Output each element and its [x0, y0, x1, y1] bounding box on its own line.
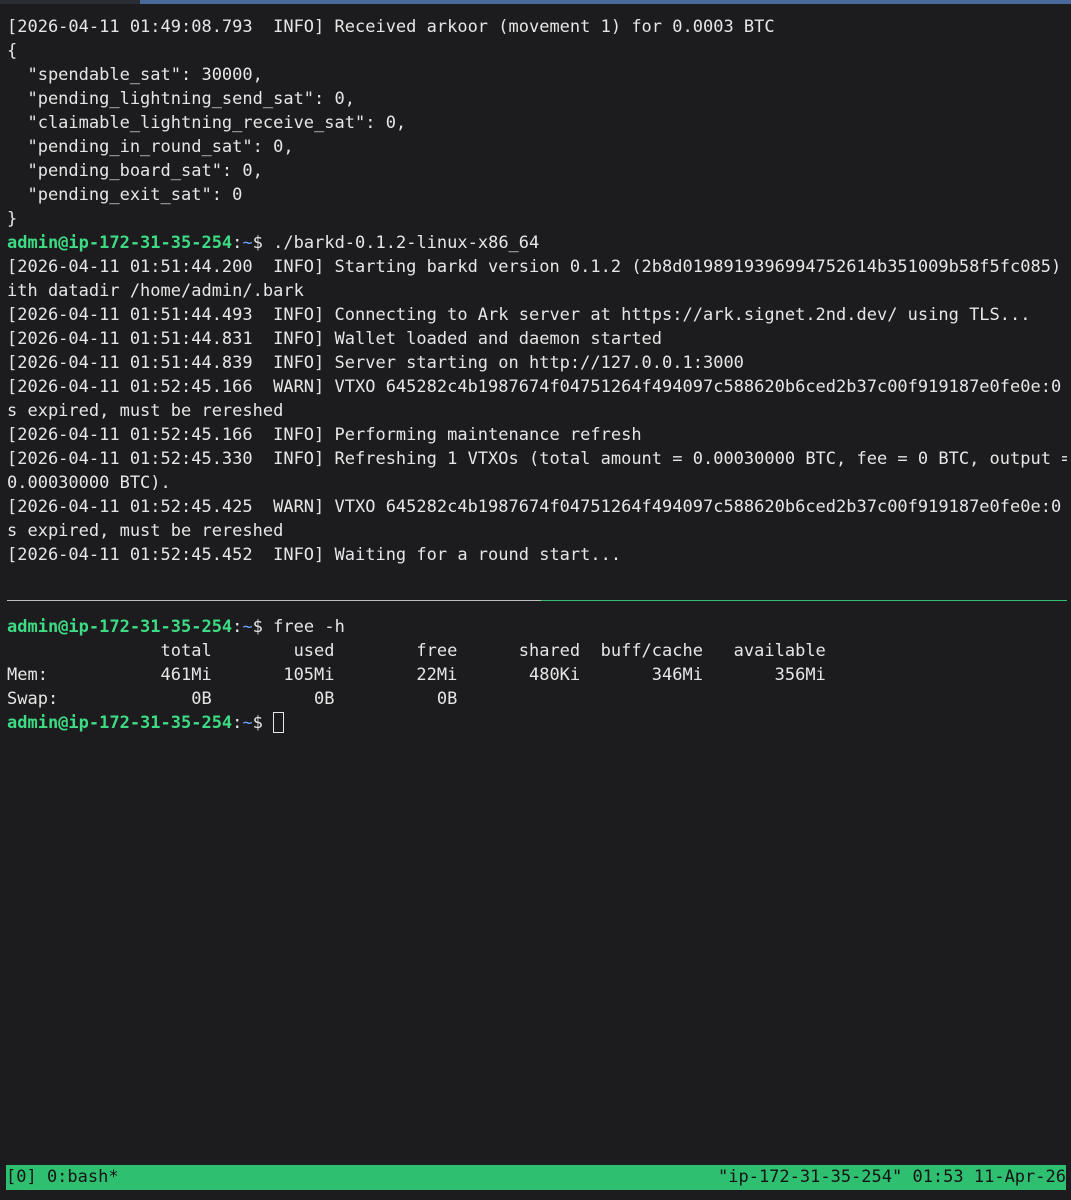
- terminal-line: [2026-04-11 01:49:08.793 INFO] Received …: [7, 17, 775, 37]
- terminal-line: s expired, must be rereshed: [7, 401, 284, 421]
- command-text: ./barkd-0.1.2-linux-x86_64: [273, 233, 540, 253]
- prompt-path: ~: [242, 233, 253, 253]
- status-window-list[interactable]: [0] 0:bash*: [6, 1165, 119, 1190]
- tmux-status-bar: [0] 0:bash* "ip-172-31-35-254" 01:53 11-…: [6, 1165, 1066, 1190]
- pane-divider-active[interactable]: [541, 600, 1067, 601]
- terminal-line: "pending_lightning_send_sat": 0,: [7, 89, 355, 109]
- prompt-colon: :: [232, 233, 243, 253]
- terminal-line: {: [7, 41, 18, 61]
- terminal-line: ith datadir /home/admin/.bark: [7, 281, 304, 301]
- terminal-line: [2026-04-11 01:51:44.200 INFO] Starting …: [7, 257, 1067, 277]
- prompt-line: admin@ip-172-31-35-254:~$ ./barkd-0.1.2-…: [7, 231, 1067, 255]
- terminal-pane-top[interactable]: [2026-04-11 01:49:08.793 INFO] Received …: [7, 15, 1067, 591]
- active-prompt-line[interactable]: admin@ip-172-31-35-254:~$: [7, 711, 1067, 735]
- prompt-dollar: $: [252, 617, 274, 637]
- terminal-line: [2026-04-11 01:52:45.452 INFO] Waiting f…: [7, 545, 622, 565]
- terminal-line: 0.00030000 BTC).: [7, 473, 171, 493]
- command-text: free -h: [273, 617, 345, 637]
- terminal-line: "spendable_sat": 30000,: [7, 65, 263, 85]
- terminal-line: "pending_in_round_sat": 0,: [7, 137, 294, 157]
- prompt-dollar: $: [252, 713, 274, 733]
- terminal-pane-bottom[interactable]: admin@ip-172-31-35-254:~$ free -h total …: [7, 615, 1067, 1160]
- terminal-line: total used free shared buff/cache availa…: [7, 641, 826, 661]
- prompt-path: ~: [242, 617, 253, 637]
- terminal-line: [2026-04-11 01:51:44.831 INFO] Wallet lo…: [7, 329, 663, 349]
- terminal-line: "claimable_lightning_receive_sat": 0,: [7, 113, 407, 133]
- window-title-accent: [140, 0, 1071, 4]
- prompt-dollar: $: [252, 233, 274, 253]
- terminal-line: }: [7, 209, 18, 229]
- terminal-line: [2026-04-11 01:52:45.330 INFO] Refreshin…: [7, 449, 1067, 469]
- prompt-path: ~: [242, 713, 253, 733]
- status-host-time: "ip-172-31-35-254" 01:53 11-Apr-26: [718, 1167, 1066, 1187]
- terminal-line: Swap: 0B 0B 0B: [7, 689, 458, 709]
- prompt-user-host: admin@ip-172-31-35-254: [7, 713, 233, 733]
- terminal-line: [2026-04-11 01:52:45.166 INFO] Performin…: [7, 425, 642, 445]
- terminal-line: Mem: 461Mi 105Mi 22Mi 480Ki 346Mi 356Mi: [7, 665, 826, 685]
- prompt-colon: :: [232, 617, 243, 637]
- terminal-line: "pending_board_sat": 0,: [7, 161, 263, 181]
- terminal-line: [2026-04-11 01:51:44.493 INFO] Connectin…: [7, 305, 1031, 325]
- prompt-line: admin@ip-172-31-35-254:~$ free -h: [7, 615, 1067, 639]
- prompt-user-host: admin@ip-172-31-35-254: [7, 233, 233, 253]
- terminal-line: [2026-04-11 01:52:45.425 WARN] VTXO 6452…: [7, 497, 1067, 517]
- terminal-cursor[interactable]: [273, 712, 285, 733]
- prompt-user-host: admin@ip-172-31-35-254: [7, 617, 233, 637]
- terminal-line: [2026-04-11 01:51:44.839 INFO] Server st…: [7, 353, 744, 373]
- prompt-colon: :: [232, 713, 243, 733]
- terminal-line: [2026-04-11 01:52:45.166 WARN] VTXO 6452…: [7, 377, 1067, 397]
- terminal-line: "pending_exit_sat": 0: [7, 185, 243, 205]
- pane-divider-inactive[interactable]: [7, 600, 541, 601]
- terminal-line: s expired, must be rereshed: [7, 521, 284, 541]
